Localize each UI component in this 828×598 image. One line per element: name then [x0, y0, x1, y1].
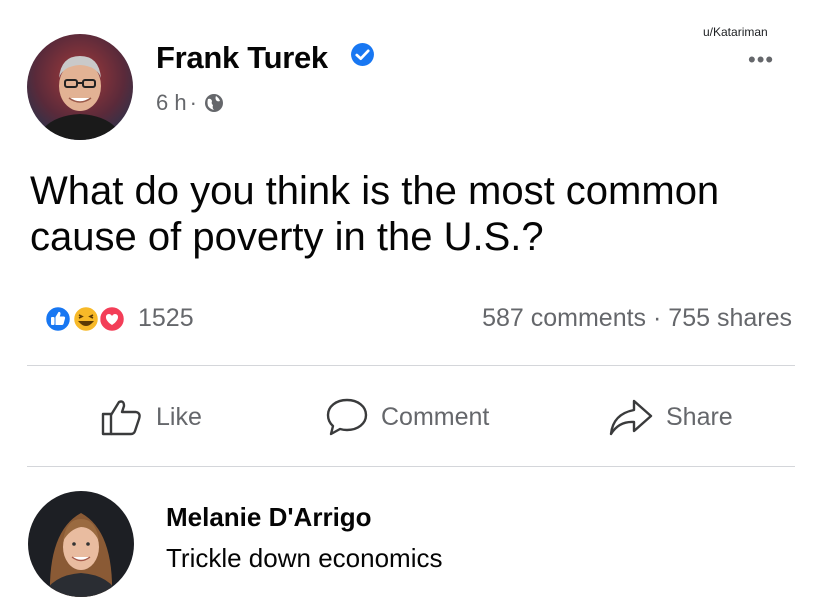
divider-top: [27, 365, 795, 366]
post-meta: 6 h ·: [156, 90, 224, 116]
meta-separator: ·: [189, 90, 197, 115]
author-name[interactable]: Frank Turek: [156, 40, 328, 76]
comment-bubble-icon: [326, 398, 368, 436]
like-reaction-icon: [43, 304, 73, 334]
share-label: Share: [666, 402, 733, 431]
verified-badge-icon: [350, 42, 375, 67]
share-arrow-icon: [609, 399, 653, 436]
comment-label: Comment: [381, 402, 490, 431]
comment-text: Trickle down economics: [166, 543, 443, 573]
post-stats: 587 comments · 755 shares: [482, 304, 792, 333]
like-button[interactable]: Like: [100, 397, 202, 437]
post-text: What do you think is the most common cau…: [30, 169, 720, 259]
divider-bottom: [27, 466, 795, 467]
author-avatar[interactable]: [27, 34, 133, 140]
stats-separator: ·: [653, 304, 662, 332]
globe-icon: [204, 93, 224, 113]
commenter-name[interactable]: Melanie D'Arrigo: [166, 502, 372, 533]
haha-reaction-icon: [71, 304, 101, 334]
comments-count[interactable]: 587 comments: [482, 304, 646, 332]
more-options-icon[interactable]: •••: [748, 49, 774, 71]
commenter-avatar[interactable]: [28, 491, 134, 597]
watermark: u/Katariman: [703, 25, 768, 39]
thumbs-up-icon: [101, 400, 141, 436]
shares-count[interactable]: 755 shares: [668, 304, 792, 332]
like-label: Like: [156, 402, 202, 431]
reaction-icons[interactable]: [40, 303, 130, 335]
comment-button[interactable]: Comment: [325, 397, 489, 437]
love-reaction-icon: [97, 304, 127, 334]
reaction-count[interactable]: 1525: [138, 304, 194, 333]
share-button[interactable]: Share: [608, 397, 733, 437]
post-timestamp[interactable]: 6 h: [156, 90, 187, 116]
